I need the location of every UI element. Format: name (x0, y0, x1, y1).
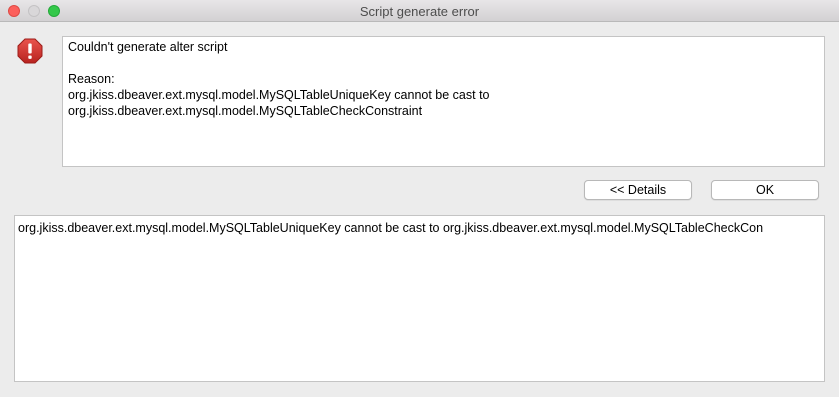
details-text: org.jkiss.dbeaver.ext.mysql.model.MySQLT… (18, 221, 764, 235)
reason-text-line-1: org.jkiss.dbeaver.ext.mysql.model.MySQLT… (68, 88, 490, 102)
details-toggle-button[interactable]: << Details (584, 180, 692, 200)
error-icon (17, 38, 43, 64)
title-bar[interactable]: Script generate error (0, 0, 839, 22)
error-dialog-window: Script generate error Couldn't generate … (0, 0, 839, 397)
reason-label: Reason: (68, 72, 115, 86)
reason-text-line-2: org.jkiss.dbeaver.ext.mysql.model.MySQLT… (68, 104, 423, 118)
ok-button[interactable]: OK (711, 180, 819, 200)
error-headline: Couldn't generate alter script (68, 40, 228, 54)
error-details-textarea[interactable]: org.jkiss.dbeaver.ext.mysql.model.MySQLT… (14, 215, 825, 382)
window-title: Script generate error (359, 4, 480, 19)
error-message-box: Couldn't generate alter script Reason: o… (62, 36, 825, 167)
